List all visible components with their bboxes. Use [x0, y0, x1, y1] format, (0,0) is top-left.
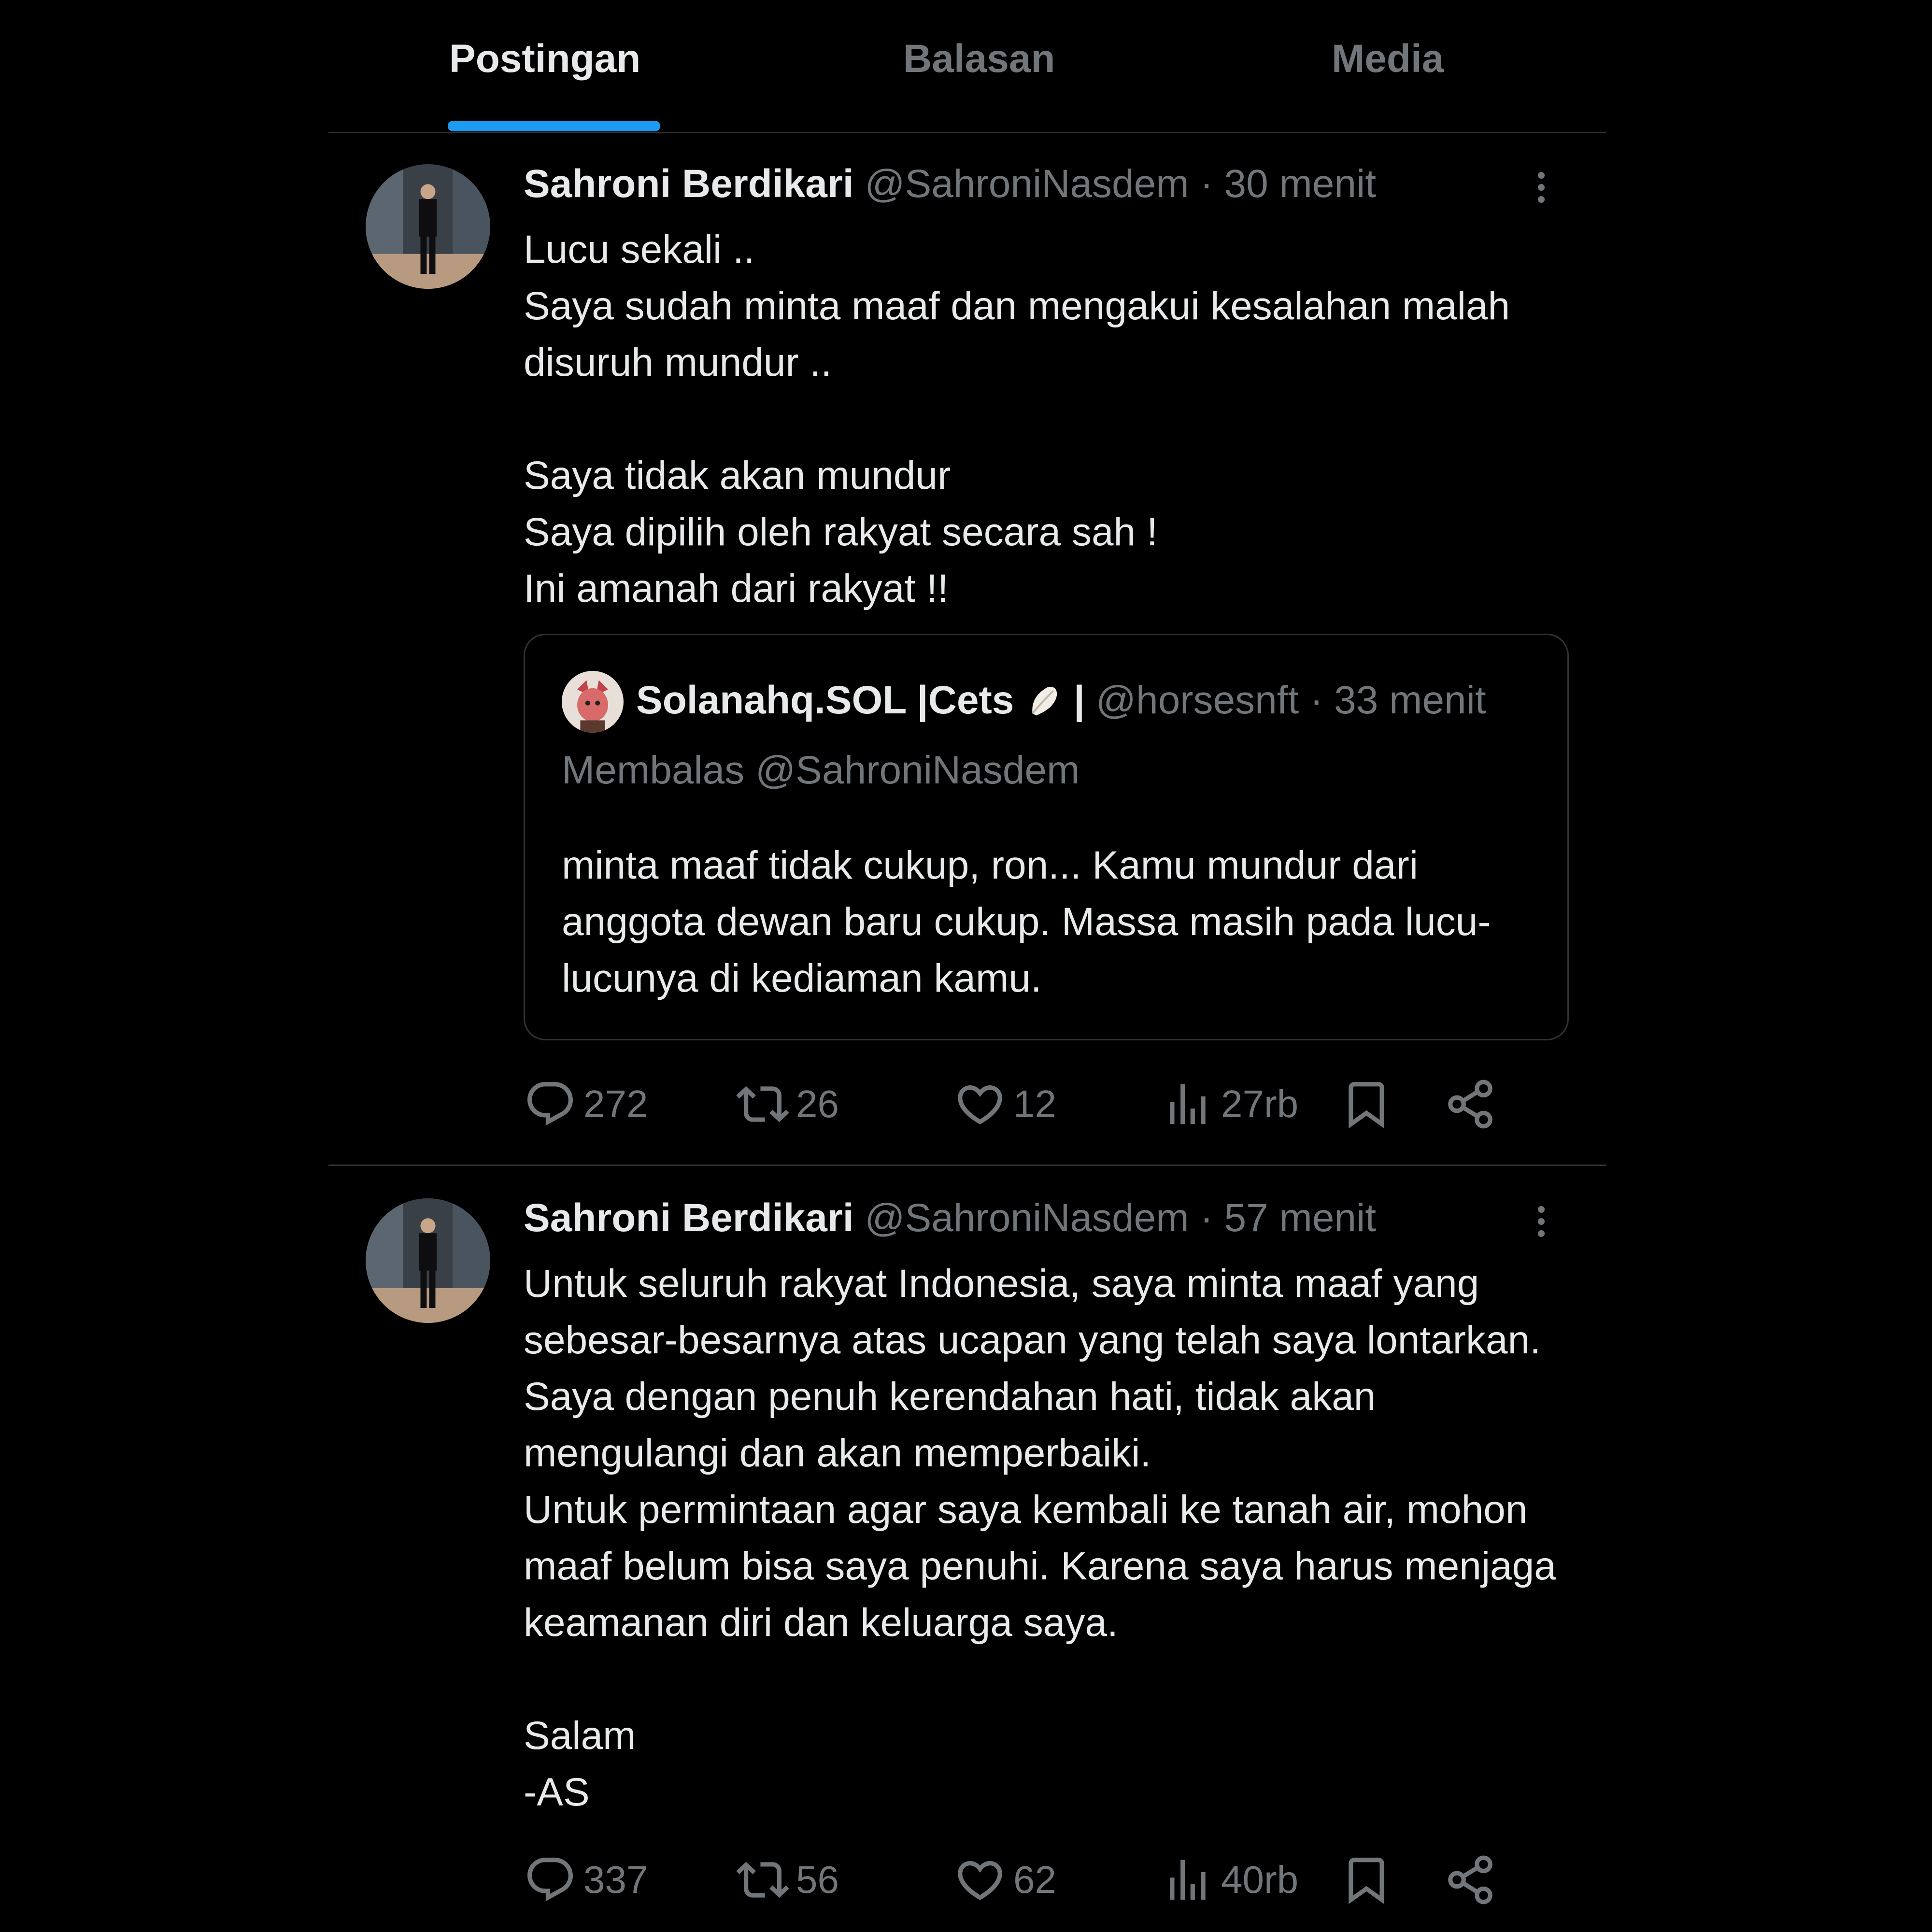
heart-icon — [958, 1861, 1002, 1900]
author-name[interactable]: Sahroni Berdikari — [524, 162, 854, 206]
quote-header: Solanahq.SOL |Cets | @horsesnft · 33 men… — [636, 678, 1486, 723]
reply-icon — [527, 1082, 573, 1126]
separator-dot: · — [1200, 1196, 1213, 1240]
share-button[interactable] — [1444, 1073, 1502, 1136]
reply-button[interactable]: 272 — [524, 1073, 648, 1136]
author-name[interactable]: Sahroni Berdikari — [524, 1196, 854, 1240]
bookmark-icon — [1349, 1082, 1384, 1129]
author-handle[interactable]: @SahroniNasdem — [865, 162, 1189, 206]
post-actions: 272 26 12 27rb — [524, 1073, 1586, 1136]
quote-name-suffix: | — [1073, 678, 1085, 722]
bookmark-button[interactable] — [1340, 1073, 1398, 1136]
avatar[interactable] — [366, 164, 490, 289]
repost-count: 26 — [796, 1082, 839, 1125]
quote-avatar — [562, 671, 624, 733]
reply-button[interactable]: 337 — [524, 1848, 648, 1911]
repost-count: 56 — [796, 1858, 839, 1901]
like-count: 62 — [1013, 1858, 1056, 1901]
post[interactable]: Sahroni Berdikari @SahroniNasdem · 30 me… — [328, 133, 1606, 1166]
separator-dot: · — [1200, 162, 1213, 206]
quote-time: 33 menit — [1334, 678, 1486, 722]
like-button[interactable]: 12 — [953, 1073, 1056, 1136]
reply-icon — [527, 1858, 573, 1902]
views-icon — [1170, 1084, 1206, 1124]
views-button[interactable]: 40rb — [1161, 1848, 1298, 1911]
separator-dot: · — [1310, 678, 1323, 722]
post-divider — [328, 1165, 1606, 1166]
repost-icon — [736, 1861, 789, 1898]
tab-media[interactable]: Media — [1332, 36, 1444, 82]
quote-text: minta maaf tidak cukup, ron... Kamu mund… — [562, 843, 1491, 1000]
quoted-post[interactable]: Solanahq.SOL |Cets | @horsesnft · 33 men… — [524, 634, 1569, 1040]
author-handle[interactable]: @SahroniNasdem — [865, 1196, 1189, 1240]
share-button[interactable] — [1444, 1848, 1502, 1911]
repost-icon — [736, 1086, 789, 1122]
bookmark-button[interactable] — [1340, 1848, 1398, 1911]
more-options-icon[interactable] — [1526, 1201, 1555, 1259]
views-icon — [1170, 1860, 1206, 1900]
post-text: Lucu sekali .. Saya sudah minta maaf dan… — [524, 227, 1510, 611]
tab-balasan[interactable]: Balasan — [903, 36, 1055, 82]
reply-count: 272 — [583, 1082, 648, 1125]
heart-icon — [958, 1085, 1002, 1124]
share-icon — [1448, 1080, 1492, 1129]
reply-count: 337 — [583, 1858, 648, 1901]
more-options-icon[interactable] — [1526, 167, 1555, 225]
like-count: 12 — [1013, 1082, 1056, 1125]
bookmark-icon — [1349, 1858, 1384, 1904]
profile-timeline: Postingan Balasan Media Sahroni Berdikar… — [328, 0, 1606, 1932]
post[interactable]: Sahroni Berdikari @SahroniNasdem · 57 me… — [328, 1167, 1606, 1932]
share-icon — [1448, 1855, 1492, 1904]
avatar[interactable] — [366, 1198, 490, 1323]
post-header: Sahroni Berdikari @SahroniNasdem · 57 me… — [524, 1195, 1376, 1241]
post-time[interactable]: 30 menit — [1224, 162, 1376, 206]
quote-reply-context: Membalas @SahroniNasdem — [562, 748, 1080, 792]
repost-button[interactable]: 26 — [736, 1073, 839, 1136]
repost-button[interactable]: 56 — [736, 1848, 839, 1911]
quote-author-name: Solanahq.SOL |Cets — [636, 678, 1014, 722]
post-actions: 337 56 62 40rb — [524, 1848, 1586, 1911]
like-button[interactable]: 62 — [953, 1848, 1056, 1911]
shell-emoji-icon — [1032, 687, 1057, 716]
quote-author-handle: @horsesnft — [1095, 678, 1299, 722]
views-count: 27rb — [1221, 1082, 1299, 1125]
views-button[interactable]: 27rb — [1161, 1073, 1298, 1136]
views-count: 40rb — [1221, 1858, 1299, 1901]
post-text: Untuk seluruh rakyat Indonesia, saya min… — [524, 1262, 1556, 1814]
post-header: Sahroni Berdikari @SahroniNasdem · 30 me… — [524, 161, 1376, 207]
tab-postingan[interactable]: Postingan — [449, 36, 640, 82]
profile-tabs: Postingan Balasan Media — [328, 0, 1606, 133]
post-time[interactable]: 57 menit — [1224, 1196, 1376, 1240]
active-tab-indicator — [448, 121, 660, 131]
